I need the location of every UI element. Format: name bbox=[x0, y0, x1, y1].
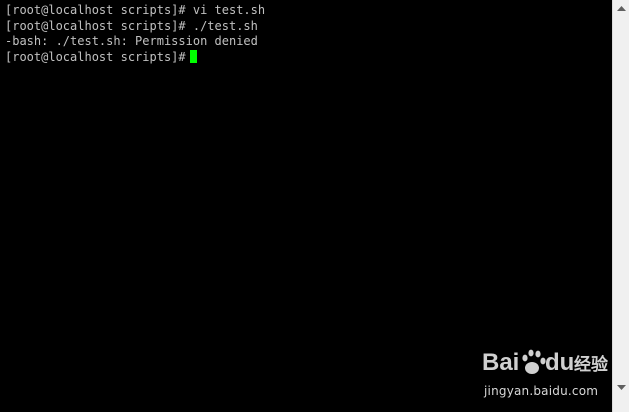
vertical-scrollbar[interactable] bbox=[612, 0, 629, 412]
terminal-line: -bash: ./test.sh: Permission denied bbox=[5, 34, 258, 48]
baidu-jingyan-logo: Bai du 经验 bbox=[482, 349, 609, 376]
scroll-thumb[interactable] bbox=[614, 17, 627, 374]
size-grip[interactable] bbox=[613, 396, 629, 412]
terminal-prompt: [root@localhost scripts]# bbox=[5, 49, 186, 64]
scroll-down-arrow-icon bbox=[616, 384, 626, 390]
text-cursor bbox=[189, 49, 197, 63]
scroll-up-arrow-icon bbox=[616, 5, 626, 11]
terminal-line: [root@localhost scripts]# ./test.sh bbox=[5, 18, 258, 33]
terminal-prompt-line[interactable]: [root@localhost scripts]# bbox=[5, 49, 612, 66]
terminal-window[interactable]: [root@localhost scripts]# vi test.sh [ro… bbox=[0, 0, 629, 412]
scroll-down-button[interactable] bbox=[613, 379, 629, 395]
svg-text:经验: 经验 bbox=[574, 354, 609, 375]
scroll-up-button[interactable] bbox=[613, 0, 629, 16]
baidu-jingyan-watermark: Bai du 经验 jingyan.baidu.com bbox=[482, 342, 612, 402]
svg-text:du: du bbox=[545, 349, 574, 376]
svg-text:Bai: Bai bbox=[482, 349, 519, 376]
watermark-url: jingyan.baidu.com bbox=[484, 384, 599, 398]
terminal-line: [root@localhost scripts]# vi test.sh bbox=[5, 3, 266, 17]
